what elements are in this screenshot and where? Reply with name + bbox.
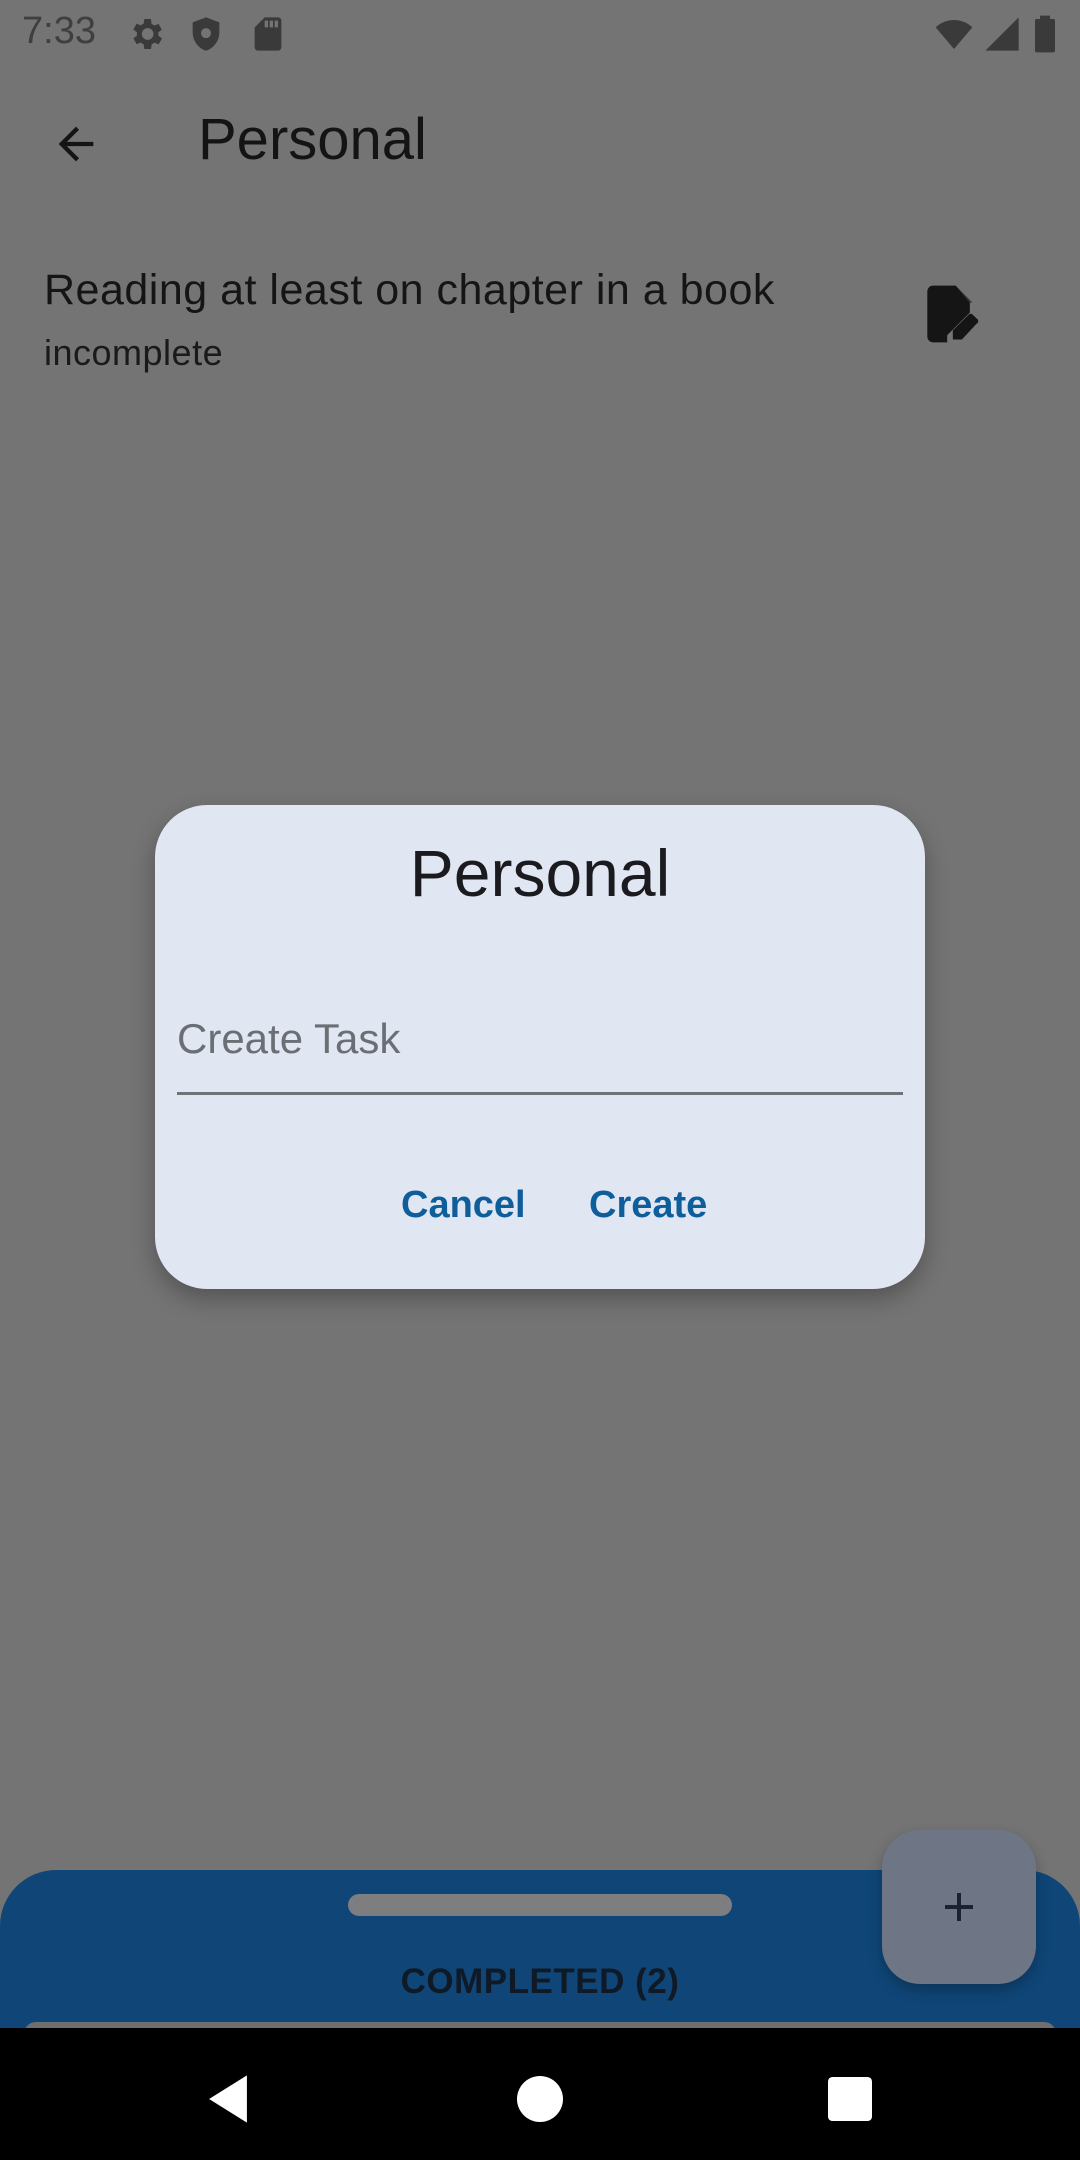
nav-back-button[interactable] <box>193 2064 263 2134</box>
settings-icon <box>133 19 162 49</box>
nav-back-icon <box>209 2075 247 2123</box>
nav-recents-button[interactable] <box>815 2064 885 2134</box>
nav-home-button[interactable] <box>505 2064 575 2134</box>
create-task-dialog: Personal Cancel Create <box>155 805 925 1289</box>
wifi-icon <box>935 20 973 49</box>
plus-icon <box>945 1893 973 1921</box>
task-title: Reading at least on chapter in a book <box>44 266 775 314</box>
shield-icon <box>192 17 220 51</box>
edit-note-icon <box>927 285 979 343</box>
edit-task-button[interactable] <box>916 280 984 348</box>
sd-card-icon <box>254 17 282 51</box>
dialog-title: Personal <box>409 836 671 910</box>
drag-handle[interactable] <box>348 1894 732 1916</box>
battery-icon <box>1035 15 1055 53</box>
system-navigation-bar <box>0 2028 1080 2160</box>
nav-recents-icon <box>828 2077 872 2121</box>
back-button[interactable] <box>40 108 112 180</box>
nav-home-icon <box>517 2076 563 2122</box>
cancel-button[interactable]: Cancel <box>377 1157 550 1253</box>
status-bar: 7:33 <box>0 0 1080 66</box>
page-title: Personal <box>198 107 427 172</box>
create-task-input[interactable] <box>177 985 903 1095</box>
signal-icon <box>985 17 1019 51</box>
task-status: incomplete <box>44 332 224 373</box>
task-list-item[interactable]: Reading at least on chapter in a book in… <box>0 250 1080 400</box>
status-time: 7:33 <box>22 10 96 52</box>
arrow-back-icon <box>58 126 94 162</box>
add-task-fab[interactable] <box>882 1830 1036 1984</box>
create-button[interactable]: Create <box>565 1157 731 1253</box>
